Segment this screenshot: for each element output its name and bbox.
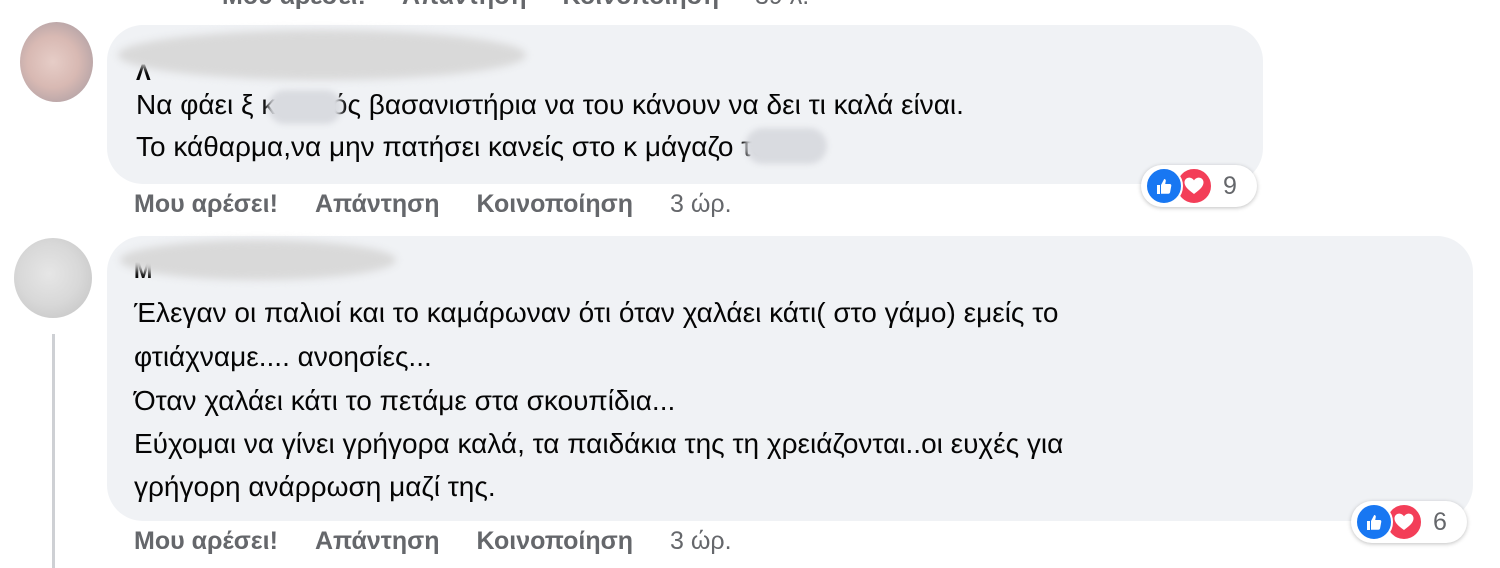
- reaction-count: 9: [1223, 171, 1237, 200]
- timestamp[interactable]: 39 λ.: [755, 0, 809, 12]
- comment-line: Όταν χαλάει κάτι το πετάμε στα σκουπίδια…: [134, 385, 676, 416]
- comment-line: Εύχομαι να γίνει γρήγορα καλά, τα παιδάκ…: [134, 428, 1064, 459]
- timestamp[interactable]: 3 ώρ.: [670, 527, 732, 556]
- comment-line: φτιάχναμε.... ανοησίες...: [134, 341, 432, 372]
- share-link[interactable]: Κοινοποίηση: [563, 0, 719, 12]
- comment-actions: Μου αρέσει! Απάντηση Κοινοποίηση 3 ώρ.: [134, 527, 732, 556]
- reply-link[interactable]: Απάντηση: [315, 190, 440, 219]
- name-redaction: [120, 240, 396, 280]
- commenter-avatar[interactable]: [14, 238, 92, 318]
- like-icon: [1355, 503, 1393, 541]
- reply-link[interactable]: Απάντηση: [315, 527, 440, 556]
- text-redaction: [268, 90, 342, 124]
- reaction-summary[interactable]: 9: [1141, 165, 1257, 207]
- previous-comment-actions: Μου αρέσει! Απάντηση Κοινοποίηση 39 λ.: [222, 0, 809, 12]
- reply-link[interactable]: Απάντηση: [402, 0, 527, 12]
- comment-actions: Μου αρέσει! Απάντηση Κοινοποίηση 3 ώρ.: [134, 190, 732, 219]
- like-link[interactable]: Μου αρέσει!: [222, 0, 366, 12]
- comment-line: γρήγορη ανάρρωση μαζί της.: [134, 471, 496, 502]
- reaction-summary[interactable]: 6: [1351, 501, 1467, 543]
- thread-connector-line: [52, 334, 55, 568]
- share-link[interactable]: Κοινοποίηση: [477, 190, 633, 219]
- reaction-count: 6: [1433, 507, 1447, 536]
- like-link[interactable]: Μου αρέσει!: [134, 190, 278, 219]
- comment-line: Το κάθαρμα,να μην πατήσει κανείς στο κ μ…: [136, 131, 783, 162]
- comment-line: Να φάει ξ κι αυτός βασανιστήρια να του κ…: [136, 89, 964, 120]
- timestamp[interactable]: 3 ώρ.: [670, 190, 732, 219]
- like-icon: [1145, 167, 1183, 205]
- text-redaction: [745, 128, 827, 164]
- name-redaction: [118, 30, 526, 80]
- comment-line: Έλεγαν οι παλιοί και το καμάρωναν ότι ότ…: [134, 297, 1059, 328]
- like-link[interactable]: Μου αρέσει!: [134, 527, 278, 556]
- share-link[interactable]: Κοινοποίηση: [477, 527, 633, 556]
- commenter-avatar[interactable]: [20, 22, 93, 102]
